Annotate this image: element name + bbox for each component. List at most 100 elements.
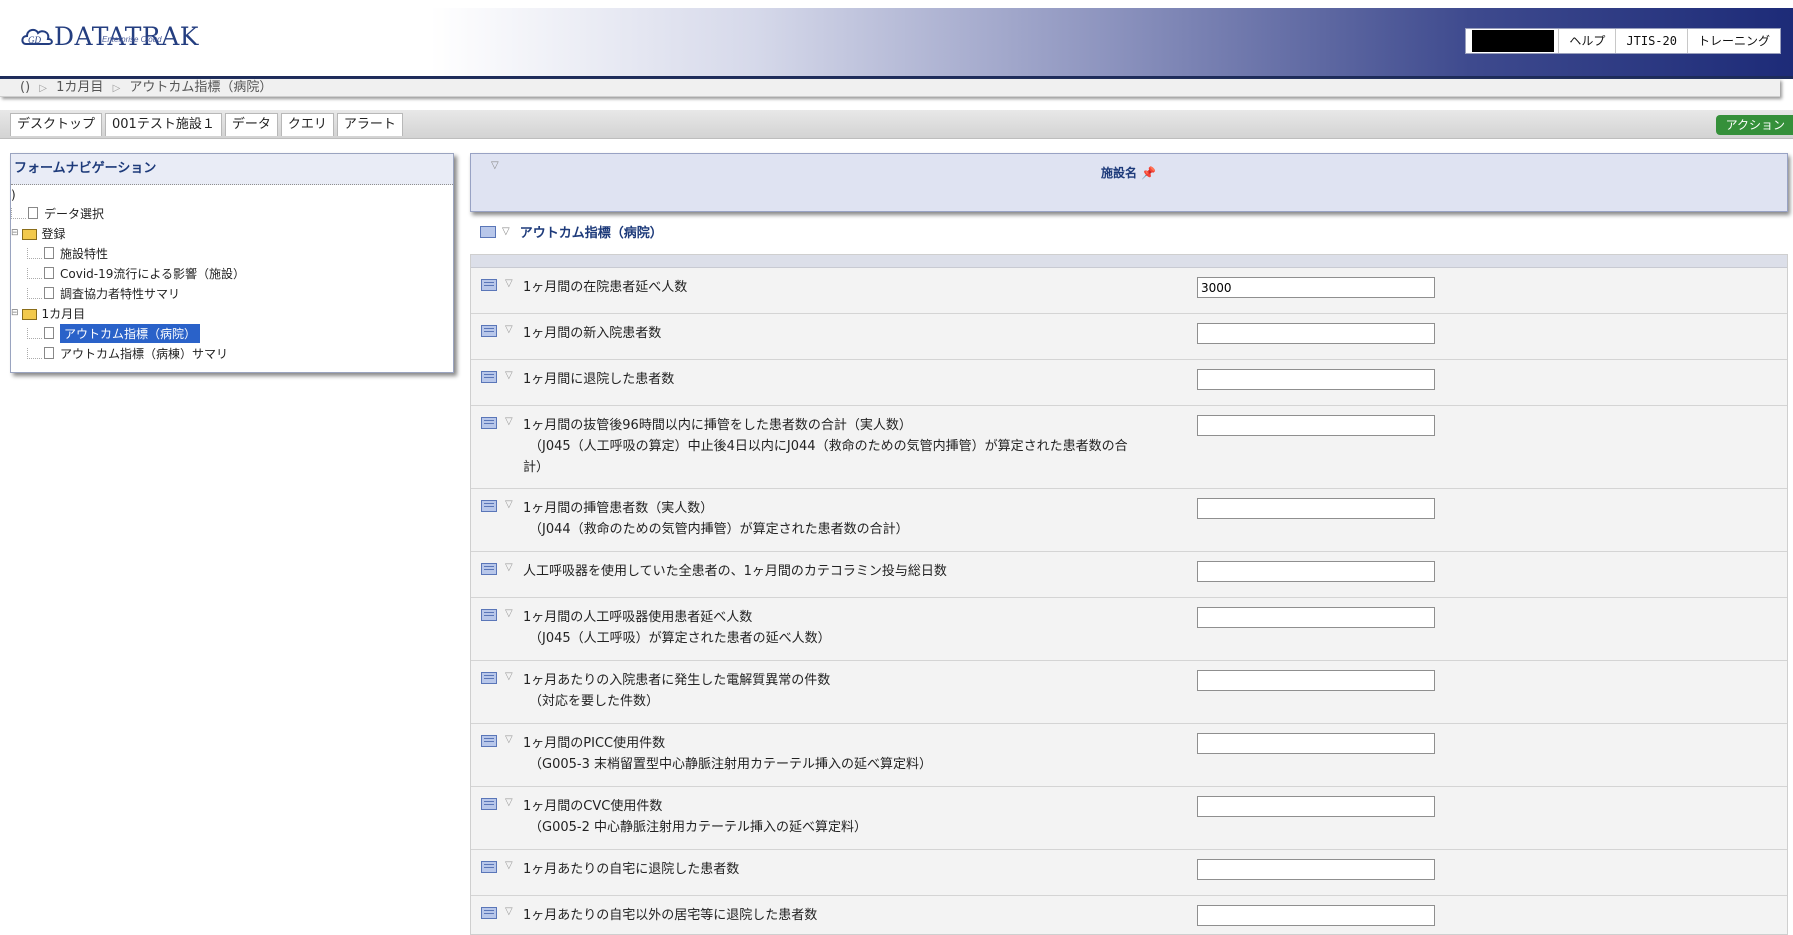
question-label: 1ヶ月あたりの入院患者に発生した電解質異常の件数 （対応を要した件数） <box>523 670 1203 712</box>
inpatient-days-input[interactable] <box>1197 277 1435 298</box>
user-name-redacted <box>1472 30 1555 52</box>
question-text: 1ヶ月間の新入院患者数 <box>523 326 662 341</box>
new-admissions-input[interactable] <box>1197 323 1435 344</box>
expand-icon[interactable]: ⊟ <box>11 308 19 318</box>
question-menu-icon[interactable] <box>481 735 497 747</box>
collapse-triangle-icon[interactable]: ▽ <box>505 906 513 917</box>
page-icon <box>44 247 54 259</box>
study-link[interactable]: JTIS-20 <box>1615 29 1687 53</box>
collapse-triangle-icon[interactable]: ▽ <box>505 324 513 335</box>
tree-item-label: 1カ月目 <box>41 306 86 321</box>
discharged-patients-input[interactable] <box>1197 369 1435 390</box>
collapse-triangle-icon[interactable]: ▽ <box>505 278 513 289</box>
folder-icon <box>21 228 37 240</box>
question-text: 1ヶ月間の人工呼吸器使用患者延べ人数 <box>523 610 753 625</box>
section-title: ▽ アウトカム指標（病院） <box>480 222 663 241</box>
intubated-patients-input[interactable] <box>1197 498 1435 519</box>
collapse-triangle-icon[interactable]: ▽ <box>505 734 513 745</box>
question-menu-icon[interactable] <box>481 563 497 575</box>
breadcrumb: () ▷ 1カ月目 ▷ アウトカム指標（病院） <box>0 79 1780 97</box>
tree-item-label: アウトカム指標（病棟）サマリ <box>60 346 229 361</box>
tree-connector <box>11 207 26 219</box>
action-button[interactable]: アクション <box>1715 115 1793 135</box>
question-label: 1ヶ月間の人工呼吸器使用患者延べ人数 （J045（人工呼吸）が算定された患者の延… <box>523 607 1203 649</box>
question-subtext: （J045（人工呼吸の算定）中止後4日以内にJ044（救命のための気管内挿管）が… <box>529 439 1128 454</box>
question-row: ▽ 人工呼吸器を使用していた全患者の、1ヶ月間のカテコラミン投与総日数 <box>471 551 1787 598</box>
form-navigation-title: フォームナビゲーション <box>11 154 453 185</box>
question-menu-icon[interactable] <box>481 609 497 621</box>
cloud-logo-icon: GD <box>21 28 53 45</box>
ventilator-patient-days-input[interactable] <box>1197 607 1435 628</box>
collapse-triangle-icon[interactable]: ▽ <box>505 797 513 808</box>
question-row: ▽ 1ヶ月間の抜管後96時間以内に挿管をした患者数の合計（実人数） （J045（… <box>471 405 1787 489</box>
tab-data[interactable]: データ <box>224 113 278 136</box>
tree-item-participant-summary[interactable]: 調査協力者特性サマリ <box>27 284 180 302</box>
collapse-triangle-icon[interactable]: ▽ <box>505 671 513 682</box>
question-menu-icon[interactable] <box>481 279 497 291</box>
question-row: ▽ 1ヶ月間のPICC使用件数 （G005-3 末梢留置型中心静脈注射用カテーテ… <box>471 723 1787 787</box>
collapse-triangle-icon[interactable]: ▽ <box>505 608 513 619</box>
question-subtext: （J045（人工呼吸）が算定された患者の延べ人数） <box>529 631 831 646</box>
tab-query[interactable]: クエリ <box>280 113 334 136</box>
collapse-triangle-icon[interactable]: ▽ <box>502 226 510 237</box>
question-menu-icon[interactable] <box>481 371 497 383</box>
question-label: 1ヶ月間の抜管後96時間以内に挿管をした患者数の合計（実人数） （J045（人工… <box>523 415 1203 478</box>
tree-item-outcome-ward-summary[interactable]: アウトカム指標（病棟）サマリ <box>27 344 228 362</box>
question-subtext: （G005-2 中心静脈注射用カテーテル挿入の延べ算定料） <box>529 820 867 835</box>
question-menu-icon[interactable] <box>481 417 497 429</box>
help-link[interactable]: ヘルプ <box>1558 29 1615 53</box>
form-navigation-panel: フォームナビゲーション ) データ選択 ⊟ 登録 施設特性 Covid-19流行… <box>10 153 454 373</box>
catecholamine-days-input[interactable] <box>1197 561 1435 582</box>
page-icon <box>44 347 54 359</box>
tab-site[interactable]: 001テスト施設１ <box>105 113 222 136</box>
electrolyte-abnormality-input[interactable] <box>1197 670 1435 691</box>
tree-item-label: Covid-19流行による影響（施設） <box>60 266 246 281</box>
question-label: 1ヶ月間のCVC使用件数 （G005-2 中心静脈注射用カテーテル挿入の延べ算定… <box>523 796 1203 838</box>
pin-icon[interactable]: 📌 <box>1141 166 1156 180</box>
facility-name-label: 施設名 📌 <box>1101 164 1156 181</box>
question-menu-icon[interactable] <box>481 798 497 810</box>
tree-item-month1[interactable]: ⊟ 1カ月目 <box>11 304 85 322</box>
form-header: ▽ 施設名 📌 <box>470 153 1788 212</box>
cvc-count-input[interactable] <box>1197 796 1435 817</box>
question-text: 1ヶ月あたりの自宅に退院した患者数 <box>523 862 740 877</box>
question-menu-icon[interactable] <box>481 325 497 337</box>
training-link[interactable]: トレーニング <box>1686 29 1780 53</box>
expand-icon[interactable]: ⊟ <box>11 228 19 238</box>
question-area: ▽ 1ヶ月間の在院患者延べ人数 ▽ 1ヶ月間の新入院患者数 ▽ 1ヶ月間に退院し… <box>470 254 1788 935</box>
tab-desktop[interactable]: デスクトップ <box>10 113 103 136</box>
home-discharge-input[interactable] <box>1197 859 1435 880</box>
logo-subtitle: Enterprise Cloud <box>102 35 162 44</box>
question-row: ▽ 1ヶ月間に退院した患者数 <box>471 359 1787 406</box>
collapse-triangle-icon[interactable]: ▽ <box>505 370 513 381</box>
tree-item-registration[interactable]: ⊟ 登録 <box>11 224 66 242</box>
question-label: 1ヶ月間の挿管患者数（実人数） （J044（救命のための気管内挿管）が算定された… <box>523 498 1203 540</box>
svg-text:GD: GD <box>28 35 41 45</box>
question-text: 1ヶ月あたりの入院患者に発生した電解質異常の件数 <box>523 673 831 688</box>
collapse-triangle-icon[interactable]: ▽ <box>491 160 499 171</box>
question-label: 1ヶ月間のPICC使用件数 （G005-3 末梢留置型中心静脈注射用カテーテル挿… <box>523 733 1203 775</box>
breadcrumb-root[interactable]: () <box>20 80 30 95</box>
tree-item-covid-impact[interactable]: Covid-19流行による影響（施設） <box>27 264 245 282</box>
question-subtext: （G005-3 末梢留置型中心静脈注射用カテーテル挿入の延べ算定料） <box>529 757 932 772</box>
question-menu-icon[interactable] <box>481 672 497 684</box>
tree-item-outcome-hospital[interactable]: アウトカム指標（病院） <box>27 323 201 343</box>
question-menu-icon[interactable] <box>481 500 497 512</box>
reintubation-count-input[interactable] <box>1197 415 1435 436</box>
collapse-triangle-icon[interactable]: ▽ <box>505 860 513 871</box>
tab-alert[interactable]: アラート <box>336 113 403 136</box>
question-menu-icon[interactable] <box>481 861 497 873</box>
picc-count-input[interactable] <box>1197 733 1435 754</box>
question-menu-icon[interactable] <box>481 907 497 919</box>
collapse-triangle-icon[interactable]: ▽ <box>505 562 513 573</box>
tree-item-label-selected: アウトカム指標（病院） <box>60 323 201 343</box>
tree-item-data-select[interactable]: データ選択 <box>11 204 104 222</box>
form-list-icon[interactable] <box>480 225 496 238</box>
collapse-triangle-icon[interactable]: ▽ <box>505 499 513 510</box>
breadcrumb-month[interactable]: 1カ月目 <box>56 80 103 95</box>
other-residence-discharge-input[interactable] <box>1197 905 1435 926</box>
question-row: ▽ 1ヶ月あたりの入院患者に発生した電解質異常の件数 （対応を要した件数） <box>471 660 1787 724</box>
tree-item-facility[interactable]: 施設特性 <box>27 244 108 262</box>
collapse-triangle-icon[interactable]: ▽ <box>505 416 513 427</box>
tree-connector <box>27 327 42 339</box>
